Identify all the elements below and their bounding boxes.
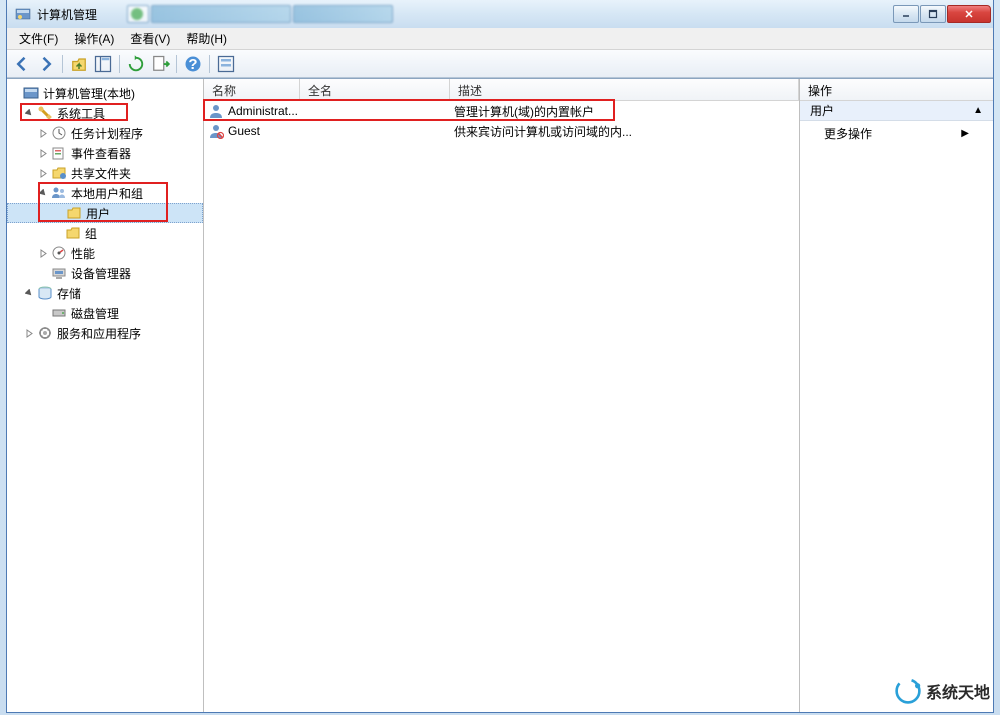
actions-section-label: 用户	[810, 102, 834, 119]
collapse-icon[interactable]	[37, 187, 49, 199]
toolbar: ?	[7, 50, 993, 78]
tree-label: 用户	[86, 205, 110, 222]
tree-task-scheduler[interactable]: 任务计划程序	[7, 123, 203, 143]
close-button[interactable]	[947, 5, 991, 23]
tree-label: 任务计划程序	[71, 125, 143, 142]
nav-forward-button[interactable]	[35, 53, 57, 75]
tree-performance[interactable]: 性能	[7, 243, 203, 263]
performance-icon	[51, 245, 67, 261]
tree-device-manager[interactable]: 设备管理器	[7, 263, 203, 283]
list-row-guest[interactable]: Guest 供来宾访问计算机或访问域的内...	[204, 121, 799, 141]
refresh-button[interactable]	[125, 53, 147, 75]
device-icon	[51, 265, 67, 281]
expand-icon[interactable]	[37, 147, 49, 159]
nav-back-button[interactable]	[11, 53, 33, 75]
export-button[interactable]	[149, 53, 171, 75]
help-button[interactable]: ?	[182, 53, 204, 75]
maximize-button[interactable]	[920, 5, 946, 23]
tree-label: 计算机管理(本地)	[43, 85, 135, 102]
tree-label: 设备管理器	[71, 265, 131, 282]
taskbar-peek-blur	[127, 5, 393, 23]
titlebar: 计算机管理	[7, 0, 993, 28]
col-description[interactable]: 描述	[450, 79, 799, 100]
watermark-icon	[894, 677, 922, 705]
tree-label: 事件查看器	[71, 145, 131, 162]
actions-header: 操作	[800, 79, 993, 101]
tree-disk-management[interactable]: 磁盘管理	[7, 303, 203, 323]
collapse-up-icon: ▲	[973, 105, 983, 116]
tools-icon	[37, 105, 53, 121]
expand-icon[interactable]	[9, 87, 21, 99]
event-icon	[51, 145, 67, 161]
tree-groups[interactable]: 组	[7, 223, 203, 243]
storage-icon	[37, 285, 53, 301]
folder-icon	[66, 205, 82, 221]
menubar: 文件(F) 操作(A) 查看(V) 帮助(H)	[7, 28, 993, 50]
submenu-arrow-icon: ▶	[961, 128, 969, 139]
collapse-icon[interactable]	[23, 107, 35, 119]
clock-icon	[51, 125, 67, 141]
tree-label: 性能	[71, 245, 95, 262]
cell-description: 管理计算机(域)的内置帐户	[450, 103, 799, 120]
list-body: Administrat... 管理计算机(域)的内置帐户 Guest 供来宾访问…	[204, 101, 799, 712]
list-header: 名称 全名 描述	[204, 79, 799, 101]
tree-label: 系统工具	[57, 105, 105, 122]
show-hide-tree-button[interactable]	[92, 53, 114, 75]
cell-name: Guest	[228, 124, 260, 138]
list-panel: 名称 全名 描述 Administrat... 管理计算机(域)的内置帐户 G	[204, 79, 800, 712]
tree-users[interactable]: 用户	[7, 203, 203, 223]
tree-root[interactable]: 计算机管理(本地)	[7, 83, 203, 103]
list-row-administrator[interactable]: Administrat... 管理计算机(域)的内置帐户	[204, 101, 799, 121]
user-disabled-icon	[208, 123, 224, 139]
watermark: 系统天地	[894, 677, 990, 705]
tree-local-users-groups[interactable]: 本地用户和组	[7, 183, 203, 203]
expand-icon[interactable]	[37, 127, 49, 139]
col-fullname[interactable]: 全名	[300, 79, 450, 100]
minimize-button[interactable]	[893, 5, 919, 23]
tree-label: 磁盘管理	[71, 305, 119, 322]
window-controls	[892, 5, 991, 23]
tree-storage[interactable]: 存储	[7, 283, 203, 303]
expand-icon[interactable]	[37, 167, 49, 179]
tree-event-viewer[interactable]: 事件查看器	[7, 143, 203, 163]
actions-panel: 操作 用户 ▲ 更多操作 ▶	[800, 79, 993, 712]
services-icon	[37, 325, 53, 341]
tree-label: 服务和应用程序	[57, 325, 141, 342]
tree-label: 组	[85, 225, 97, 242]
col-name[interactable]: 名称	[204, 79, 300, 100]
actions-more-label: 更多操作	[824, 125, 872, 142]
expand-icon[interactable]	[23, 327, 35, 339]
svg-text:?: ?	[188, 56, 197, 73]
tree-label: 共享文件夹	[71, 165, 131, 182]
menu-view[interactable]: 查看(V)	[122, 28, 178, 49]
cell-description: 供来宾访问计算机或访问域的内...	[450, 123, 799, 140]
tree-label: 存储	[57, 285, 81, 302]
content-area: 计算机管理(本地) 系统工具 任务计划程序 事件查看器 共享文件夹	[7, 78, 993, 712]
folder-icon	[65, 225, 81, 241]
tree-panel: 计算机管理(本地) 系统工具 任务计划程序 事件查看器 共享文件夹	[7, 79, 204, 712]
users-groups-icon	[51, 185, 67, 201]
up-level-button[interactable]	[68, 53, 90, 75]
app-icon	[15, 6, 31, 22]
cell-name: Administrat...	[228, 104, 298, 118]
tree-services-apps[interactable]: 服务和应用程序	[7, 323, 203, 343]
disk-icon	[51, 305, 67, 321]
collapse-icon[interactable]	[23, 287, 35, 299]
actions-more[interactable]: 更多操作 ▶	[800, 121, 993, 146]
computer-mgmt-icon	[23, 85, 39, 101]
watermark-text: 系统天地	[926, 679, 990, 703]
tree-system-tools[interactable]: 系统工具	[7, 103, 203, 123]
window-title: 计算机管理	[37, 6, 97, 23]
menu-file[interactable]: 文件(F)	[11, 28, 66, 49]
expand-icon[interactable]	[37, 247, 49, 259]
actions-section-users[interactable]: 用户 ▲	[800, 101, 993, 121]
shared-folder-icon	[51, 165, 67, 181]
app-window: 计算机管理 文件(F) 操作(A) 查看(V) 帮助(H) ?	[6, 0, 994, 713]
menu-help[interactable]: 帮助(H)	[178, 28, 235, 49]
properties-button[interactable]	[215, 53, 237, 75]
tree-shared-folders[interactable]: 共享文件夹	[7, 163, 203, 183]
tree-label: 本地用户和组	[71, 185, 143, 202]
user-icon	[208, 103, 224, 119]
menu-action[interactable]: 操作(A)	[66, 28, 122, 49]
